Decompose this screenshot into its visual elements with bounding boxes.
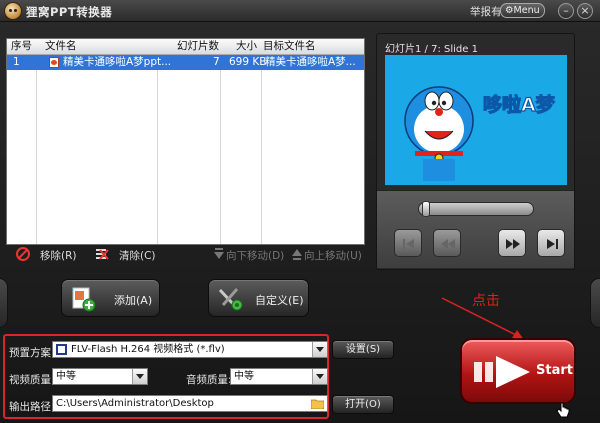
row-size: 699 KB [229,56,267,68]
column-divider [36,55,37,244]
app-window: 狸窝PPT转换器 举报有奖 ⚙Menu – × 序号 文件名 幻灯片数 大小 目… [0,0,600,423]
file-list[interactable]: 序号 文件名 幻灯片数 大小 目标文件名 1 精美卡通哆啦A梦ppt... 7 … [6,38,365,245]
column-divider [261,55,262,244]
menu-label: Menu [513,5,540,16]
chevron-down-icon[interactable] [132,369,147,384]
left-side-handle [0,278,8,328]
row-target: 精美卡通哆啦A梦... [265,56,356,68]
output-path-field[interactable]: C:\Users\Administrator\Desktop [52,395,328,412]
seek-bar[interactable] [418,202,534,216]
row-index: 1 [13,56,20,68]
preset-select[interactable]: FLV-Flash H.264 视频格式 (*.flv) [52,341,328,358]
title-bar[interactable]: 狸窝PPT转换器 举报有奖 ⚙Menu – × [0,0,600,22]
folder-icon[interactable] [311,398,324,409]
play-arrow-icon [474,356,530,388]
slide-title-text: 哆啦A梦 [483,93,556,116]
output-path-value: C:\Users\Administrator\Desktop [56,398,214,409]
hand-cursor-icon [556,402,570,418]
video-quality-select[interactable]: 中等 [52,368,148,385]
slide-counter: 幻灯片1 / 7: Slide 1 [385,44,478,55]
add-ppt-icon [72,287,96,312]
first-slide-button[interactable] [394,229,422,257]
video-quality-label: 视频质量: [9,374,55,386]
column-divider [220,55,221,244]
app-title: 狸窝PPT转换器 [26,5,113,19]
column-header-slides[interactable]: 幻灯片数 [177,39,219,54]
file-list-header: 序号 文件名 幻灯片数 大小 目标文件名 [7,39,364,55]
remove-icon[interactable] [16,247,30,261]
add-button[interactable]: 添加(A) [61,279,160,317]
column-header-index[interactable]: 序号 [11,39,32,54]
move-down-button[interactable]: 向下移动(D) [226,249,284,263]
minimize-button[interactable]: – [558,3,574,19]
column-divider [157,55,158,244]
audio-quality-value: 中等 [234,371,254,382]
tools-icon [218,288,243,311]
close-button[interactable]: × [577,3,593,19]
move-up-button[interactable]: 向上移动(U) [304,249,362,263]
seek-thumb[interactable] [422,201,430,217]
clear-button[interactable]: 清除(C) [119,249,156,263]
preset-value: FLV-Flash H.264 视频格式 (*.flv) [71,344,225,355]
app-logo-icon [4,2,22,20]
video-quality-value: 中等 [56,371,76,382]
add-button-label: 添加(A) [114,294,153,307]
customize-button-label: 自定义(E) [255,294,304,307]
skip-back-icon [403,239,414,249]
audio-quality-select[interactable]: 中等 [230,368,328,385]
skip-forward-icon [547,239,558,249]
column-header-size[interactable]: 大小 [236,39,257,54]
rewind-icon [441,239,455,249]
output-path-label: 输出路径: [9,401,55,413]
move-down-icon[interactable] [212,247,226,261]
clear-icon[interactable] [95,247,109,261]
chevron-down-icon[interactable] [312,369,327,384]
remove-button[interactable]: 移除(R) [40,249,77,263]
customize-button[interactable]: 自定义(E) [208,279,309,317]
right-side-handle [590,278,600,328]
column-header-target[interactable]: 目标文件名 [263,39,316,54]
next-slide-button[interactable] [498,229,526,257]
slide-preview: 哆啦A梦 [385,55,567,185]
column-header-filename[interactable]: 文件名 [45,39,77,54]
preset-label: 预置方案: [9,347,55,359]
previous-slide-button[interactable] [433,229,461,257]
chevron-down-icon[interactable] [312,342,327,357]
row-slides: 7 [213,56,220,68]
fast-forward-icon [506,239,520,249]
menu-button[interactable]: ⚙Menu [500,3,545,18]
start-button-label: Start [536,363,573,378]
table-row[interactable]: 1 精美卡通哆啦A梦ppt... 7 699 KB 精美卡通哆啦A梦... [7,55,364,70]
last-slide-button[interactable] [537,229,565,257]
move-up-icon[interactable] [290,247,304,261]
audio-quality-label: 音频质量: [186,374,232,386]
open-folder-button[interactable]: 打开(O) [332,395,394,414]
row-filename: 精美卡通哆啦A梦ppt... [63,56,172,68]
doraemon-illustration: 哆啦A梦 [404,86,556,181]
film-icon [56,344,67,355]
settings-button[interactable]: 设置(S) [332,340,394,359]
ppt-file-icon [49,57,59,68]
